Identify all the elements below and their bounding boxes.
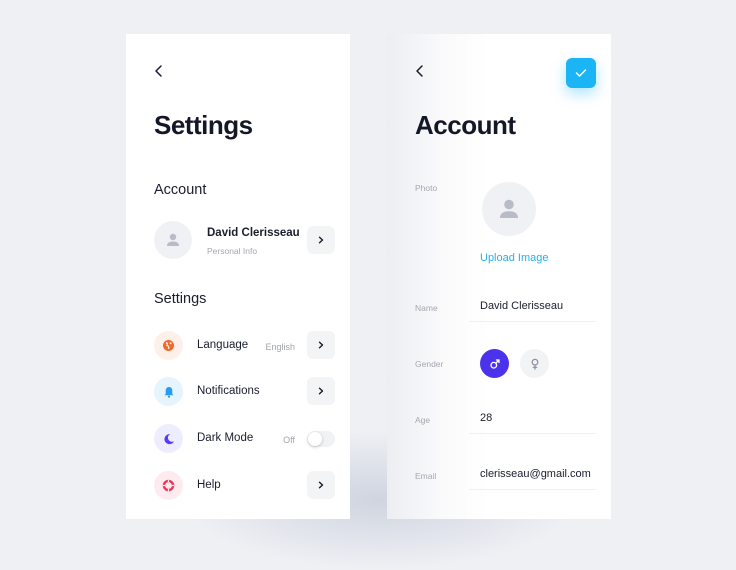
language-value: English: [265, 342, 295, 352]
chevron-right-icon: [318, 341, 324, 349]
lifebuoy-icon: [162, 479, 175, 492]
user-icon: [500, 199, 518, 218]
personal-info-button[interactable]: [307, 226, 335, 254]
name-divider: [469, 321, 596, 322]
toggle-knob: [308, 432, 322, 446]
section-heading-settings: Settings: [154, 291, 207, 307]
avatar: [154, 221, 192, 259]
email-input[interactable]: clerisseau@gmail.com: [480, 468, 591, 480]
notifications-icon-badge: [154, 377, 183, 406]
dark-mode-value: Off: [283, 435, 295, 445]
section-heading-account: Account: [154, 182, 207, 198]
language-icon-badge: [154, 331, 183, 360]
female-icon: [531, 358, 538, 370]
email-divider: [469, 489, 596, 490]
profile-photo[interactable]: [482, 182, 536, 236]
age-label: Age: [415, 415, 431, 425]
globe-icon: [163, 340, 174, 351]
settings-item-label: Help: [197, 479, 221, 491]
dark-mode-icon-badge: [154, 424, 183, 453]
help-chevron-button[interactable]: [307, 471, 335, 499]
back-button[interactable]: [152, 64, 166, 78]
settings-item-label: Dark Mode: [197, 432, 254, 444]
chevron-right-icon: [318, 387, 324, 395]
bell-icon: [164, 386, 173, 398]
account-screen: Account Photo Upload Image Name David Cl…: [387, 34, 611, 519]
age-input[interactable]: 28: [480, 412, 492, 424]
chevron-right-icon: [318, 236, 324, 244]
chevron-right-icon: [318, 481, 324, 489]
upload-image-link[interactable]: Upload Image: [480, 252, 549, 264]
name-input[interactable]: David Clerisseau: [480, 300, 563, 312]
back-button[interactable]: [413, 64, 427, 78]
age-divider: [469, 433, 596, 434]
checkmark-icon: [575, 69, 587, 77]
profile-subtitle: Personal Info: [207, 246, 258, 256]
page-title: Account: [415, 110, 516, 140]
notifications-chevron-button[interactable]: [307, 377, 335, 405]
photo-label: Photo: [415, 183, 438, 193]
gender-female-button[interactable]: [520, 349, 549, 378]
settings-screen: Settings Account David Clerisseau Person…: [126, 34, 350, 519]
language-chevron-button[interactable]: [307, 331, 335, 359]
name-label: Name: [415, 303, 438, 313]
chevron-left-icon: [155, 65, 162, 77]
chevron-left-icon: [416, 65, 423, 77]
email-label: Email: [415, 471, 437, 481]
save-button[interactable]: [566, 58, 596, 88]
moon-icon: [163, 433, 174, 444]
settings-item-label: Notifications: [197, 385, 260, 397]
user-icon: [167, 233, 179, 246]
help-icon-badge: [154, 471, 183, 500]
dark-mode-toggle[interactable]: [307, 431, 335, 447]
gender-male-button[interactable]: [480, 349, 509, 378]
page-title: Settings: [154, 110, 253, 140]
profile-name: David Clerisseau: [207, 227, 300, 239]
male-icon: [489, 358, 500, 369]
settings-item-label: Language: [197, 339, 249, 351]
gender-label: Gender: [415, 359, 444, 369]
